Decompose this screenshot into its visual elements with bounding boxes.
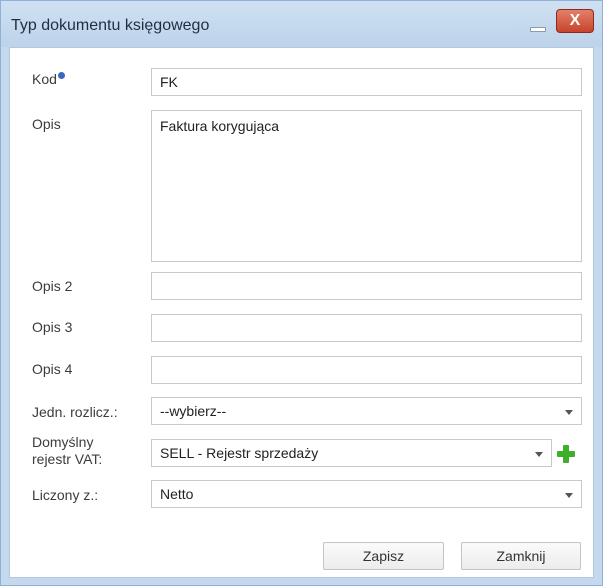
close-icon: X xyxy=(569,12,581,29)
chevron-down-icon xyxy=(565,410,573,415)
close-button[interactable]: X xyxy=(556,9,594,33)
dialog-window: Typ dokumentu księgowego X Kod FK Opis F… xyxy=(0,0,603,586)
rejestr-label: Domyślny rejestr VAT: xyxy=(32,434,102,468)
rejestr-select[interactable]: SELL - Rejestr sprzedaży xyxy=(151,439,552,467)
rejestr-label-line2: rejestr VAT: xyxy=(32,451,103,467)
minimize-button[interactable] xyxy=(528,21,546,33)
form-panel: Kod FK Opis Faktura korygująca Opis 2 Op… xyxy=(9,47,594,578)
chevron-down-icon xyxy=(535,452,543,457)
opis3-input[interactable] xyxy=(151,314,582,342)
liczony-select[interactable]: Netto xyxy=(151,480,582,508)
add-icon[interactable] xyxy=(556,444,576,464)
minimize-icon xyxy=(530,27,546,32)
opis-label: Opis xyxy=(32,116,61,132)
close-dialog-button[interactable]: Zamknij xyxy=(461,542,581,570)
opis2-label: Opis 2 xyxy=(32,278,73,294)
liczony-value: Netto xyxy=(160,486,194,502)
rejestr-label-line1: Domyślny xyxy=(32,434,94,450)
opis-textarea[interactable]: Faktura korygująca xyxy=(151,110,582,262)
jedn-select[interactable]: --wybierz-- xyxy=(151,397,582,425)
jedn-value: --wybierz-- xyxy=(160,403,227,419)
kod-value: FK xyxy=(160,74,178,90)
title-bar[interactable]: Typ dokumentu księgowego X xyxy=(1,1,602,47)
save-button[interactable]: Zapisz xyxy=(323,542,444,570)
kod-input[interactable]: FK xyxy=(151,68,582,96)
liczony-label: Liczony z.: xyxy=(32,487,99,503)
opis4-label: Opis 4 xyxy=(32,361,73,377)
opis3-label: Opis 3 xyxy=(32,319,73,335)
dialog-title: Typ dokumentu księgowego xyxy=(11,17,210,34)
opis-value: Faktura korygująca xyxy=(160,118,280,134)
opis4-input[interactable] xyxy=(151,356,582,384)
info-icon[interactable] xyxy=(57,72,65,79)
opis2-input[interactable] xyxy=(151,272,582,300)
chevron-down-icon xyxy=(565,493,573,498)
jedn-label: Jedn. rozlicz.: xyxy=(32,404,118,420)
rejestr-value: SELL - Rejestr sprzedaży xyxy=(160,445,319,461)
kod-label: Kod xyxy=(32,71,65,88)
